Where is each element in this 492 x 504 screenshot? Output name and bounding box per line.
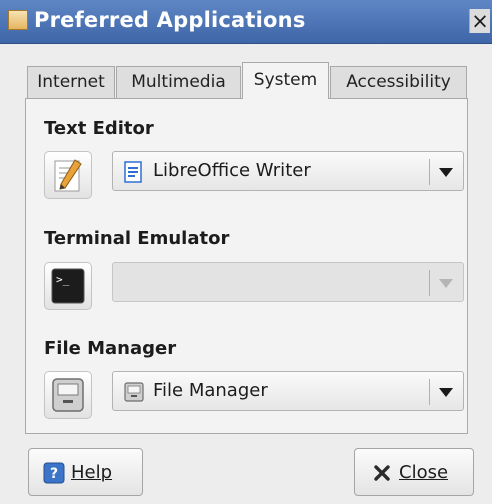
close-label: Close — [399, 462, 449, 483]
title-bar[interactable]: Preferred Applications × — [0, 0, 492, 44]
svg-text:?: ? — [50, 466, 58, 482]
file-manager-small-icon — [123, 381, 145, 407]
tab-label: Accessibility — [346, 72, 451, 92]
tab-accessibility[interactable]: Accessibility — [330, 66, 467, 98]
writer-document-icon — [123, 161, 145, 187]
help-icon: ? — [43, 462, 65, 488]
text-editor-icon — [44, 151, 92, 199]
window-title: Preferred Applications — [34, 8, 306, 32]
file-manager-selected-value: File Manager — [153, 380, 268, 401]
tab-label: System — [253, 70, 318, 90]
combo-separator — [429, 159, 430, 185]
dropdown-arrow-icon[interactable] — [439, 279, 453, 288]
svg-text:>_: >_ — [56, 273, 70, 286]
tab-label: Internet — [37, 72, 105, 92]
window-close-icon[interactable]: × — [469, 9, 490, 33]
help-label: Help — [71, 462, 113, 483]
window-app-icon — [8, 10, 28, 30]
combo-separator — [429, 270, 430, 296]
text-editor-label: Text Editor — [44, 118, 154, 139]
tab-system[interactable]: System — [242, 62, 329, 99]
tab-internet[interactable]: Internet — [27, 66, 115, 98]
text-editor-selected-value: LibreOffice Writer — [153, 160, 311, 181]
terminal-icon: >_ — [44, 262, 92, 310]
file-manager-icon — [44, 371, 92, 419]
dropdown-arrow-icon[interactable] — [439, 388, 453, 397]
file-manager-label: File Manager — [44, 338, 177, 359]
terminal-emulator-label: Terminal Emulator — [44, 228, 230, 249]
tab-label: Multimedia — [131, 72, 226, 92]
tab-multimedia[interactable]: Multimedia — [116, 66, 241, 98]
text-editor-select[interactable]: LibreOffice Writer — [112, 151, 464, 191]
combo-separator — [429, 379, 430, 405]
terminal-select[interactable] — [112, 262, 464, 302]
preferred-applications-window: Preferred Applications × Internet Multim… — [0, 0, 492, 504]
help-button[interactable]: ? Help — [28, 448, 143, 496]
dropdown-arrow-icon[interactable] — [439, 168, 453, 177]
file-manager-select[interactable]: File Manager — [112, 371, 464, 411]
close-x-icon — [373, 464, 391, 486]
close-button[interactable]: Close — [354, 448, 474, 496]
